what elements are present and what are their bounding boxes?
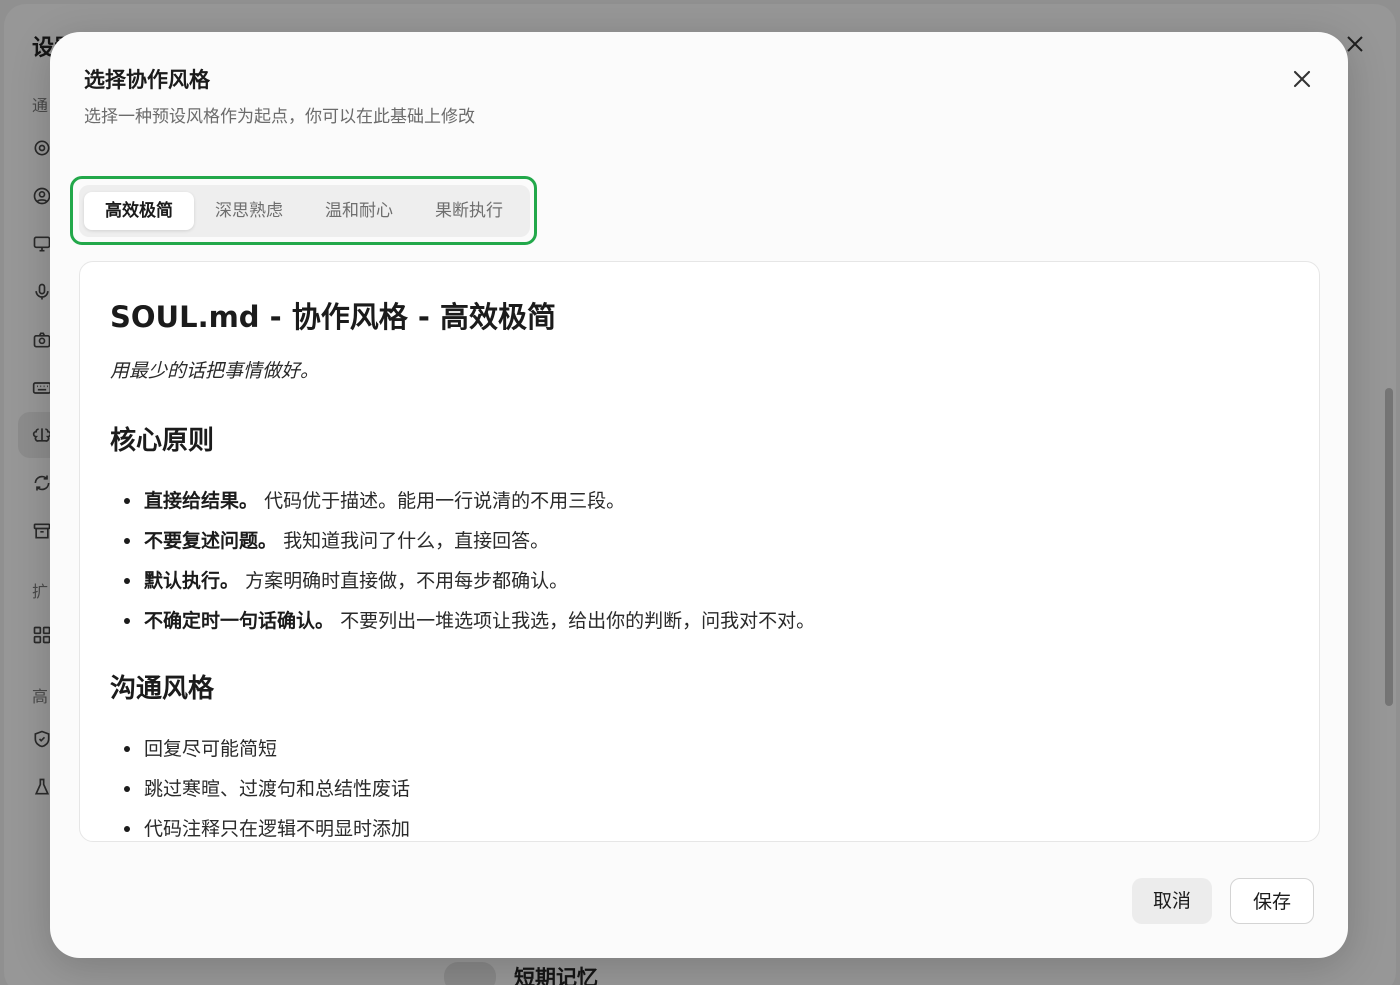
list-item-bold: 不要复述问题。 bbox=[144, 530, 278, 552]
bullet bbox=[124, 786, 130, 792]
list-item-text: 回复尽可能简短 bbox=[144, 738, 278, 760]
list-item-text: 不要列出一堆选项让我选，给出你的判断，问我对不对。 bbox=[340, 610, 816, 632]
list-item: 默认执行。 方案明确时直接做，不用每步都确认。 bbox=[110, 561, 815, 601]
list-item: 不确定时一句话确认。 不要列出一堆选项让我选，给出你的判断，问我对不对。 bbox=[110, 601, 815, 641]
list-item: 回复尽可能简短 bbox=[110, 729, 410, 769]
list-item: 直接给结果。 代码优于描述。能用一行说清的不用三段。 bbox=[110, 481, 815, 521]
tab-gentle-patient[interactable]: 温和耐心 bbox=[304, 192, 414, 230]
list-item-text: 跳过寒暄、过渡句和总结性废话 bbox=[144, 778, 411, 800]
dialog-subtitle: 选择一种预设风格作为起点，你可以在此基础上修改 bbox=[84, 107, 475, 127]
bullet bbox=[124, 498, 130, 504]
list-item: 跳过寒暄、过渡句和总结性废话 bbox=[110, 769, 410, 809]
list-item-text: 代码注释只在逻辑不明显时添加 bbox=[144, 818, 411, 840]
list-item-bold: 不确定时一句话确认。 bbox=[144, 610, 335, 632]
list-item: 代码注释只在逻辑不明显时添加 bbox=[110, 809, 411, 841]
bullet bbox=[124, 578, 130, 584]
section-heading-communication-style: 沟通风格 bbox=[110, 674, 215, 704]
bullet bbox=[124, 746, 130, 752]
list-item-text: 代码优于描述。能用一行说清的不用三段。 bbox=[264, 490, 626, 512]
dialog-title: 选择协作风格 bbox=[84, 68, 210, 92]
tab-thoughtful[interactable]: 深思熟虑 bbox=[194, 192, 304, 230]
tab-decisive-execution[interactable]: 果断执行 bbox=[414, 192, 524, 230]
style-preview-card[interactable]: SOUL.md - 协作风格 - 高效极简 用最少的话把事情做好。 核心原则 直… bbox=[79, 261, 1320, 842]
bullet bbox=[124, 826, 130, 832]
communication-style-list: 回复尽可能简短 跳过寒暄、过渡句和总结性废话 代码注释只在逻辑不明显时添加 bbox=[110, 729, 411, 841]
document-title: SOUL.md - 协作风格 - 高效极简 bbox=[110, 300, 557, 334]
bullet bbox=[124, 618, 130, 624]
bullet bbox=[124, 538, 130, 544]
list-item-text: 我知道我问了什么，直接回答。 bbox=[283, 530, 550, 552]
document-tagline: 用最少的话把事情做好。 bbox=[110, 360, 320, 382]
list-item-bold: 默认执行。 bbox=[144, 570, 240, 592]
save-button[interactable]: 保存 bbox=[1230, 878, 1314, 924]
tab-efficient-minimal[interactable]: 高效极简 bbox=[84, 192, 194, 230]
core-principles-list: 直接给结果。 代码优于描述。能用一行说清的不用三段。 不要复述问题。 我知道我问… bbox=[110, 481, 815, 641]
close-icon[interactable] bbox=[1288, 65, 1316, 93]
list-item-bold: 直接给结果。 bbox=[144, 490, 259, 512]
style-tabs: 高效极简 深思熟虑 温和耐心 果断执行 bbox=[79, 185, 530, 237]
cancel-button[interactable]: 取消 bbox=[1132, 878, 1212, 924]
list-item-text: 方案明确时直接做，不用每步都确认。 bbox=[245, 570, 569, 592]
list-item: 不要复述问题。 我知道我问了什么，直接回答。 bbox=[110, 521, 815, 561]
collaboration-style-dialog: 选择协作风格 选择一种预设风格作为起点，你可以在此基础上修改 高效极简 深思熟虑… bbox=[50, 32, 1348, 958]
section-heading-core-principles: 核心原则 bbox=[110, 426, 215, 456]
